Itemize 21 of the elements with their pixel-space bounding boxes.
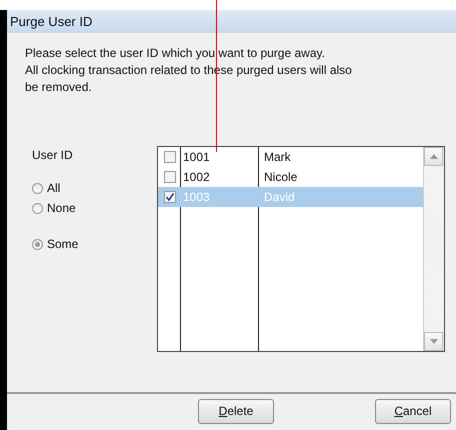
scroll-up-icon[interactable]: [424, 147, 443, 166]
radio-option[interactable]: All: [32, 178, 157, 198]
checkbox[interactable]: [164, 151, 176, 163]
table-cell-text: 1002: [182, 170, 211, 184]
dialog-button[interactable]: Cancel: [375, 398, 451, 424]
user-row[interactable]: 1001 Mark: [158, 147, 423, 167]
table-cell-text: 1003: [182, 190, 211, 204]
radio-option[interactable]: None: [32, 198, 157, 218]
radio-option[interactable]: Some: [32, 234, 157, 254]
table-cell-text: Nicole: [263, 170, 298, 184]
window-title: Purge User ID: [7, 10, 456, 33]
user-id-label: User ID: [32, 148, 74, 162]
table-cell-text: 1001: [182, 150, 211, 164]
table-cell-text: Mark: [263, 150, 291, 164]
scrollbar[interactable]: [423, 147, 444, 351]
scroll-down-icon[interactable]: [424, 332, 443, 351]
checkbox[interactable]: [164, 191, 176, 203]
checkbox[interactable]: [164, 171, 176, 183]
table-cell-text: David: [263, 190, 295, 204]
dialog-button[interactable]: Delete: [198, 398, 274, 424]
user-row[interactable]: 1002 Nicole: [158, 167, 423, 187]
